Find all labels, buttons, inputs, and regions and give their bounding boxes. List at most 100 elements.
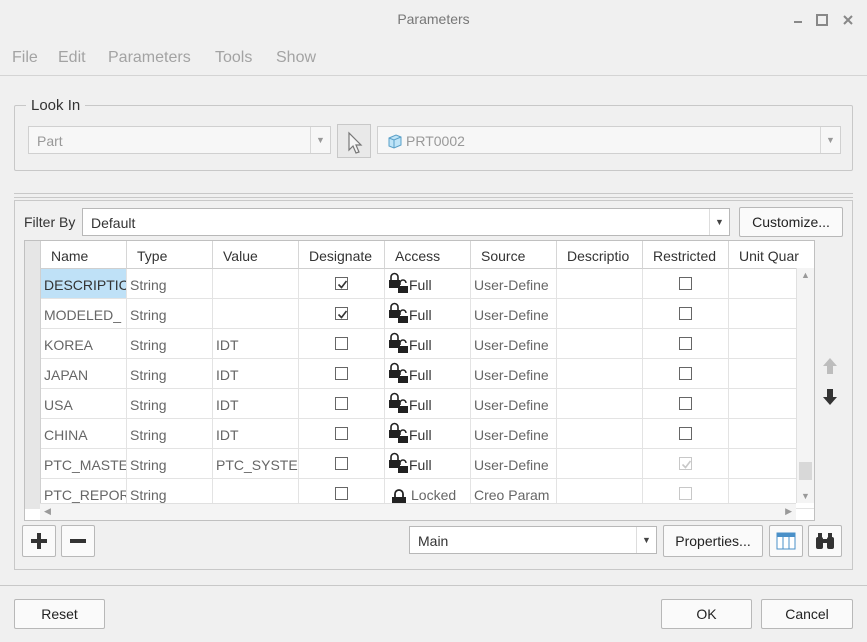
table-cell[interactable]: [557, 299, 643, 329]
move-down-icon[interactable]: [820, 387, 840, 407]
table-cell[interactable]: String: [127, 299, 213, 329]
table-cell[interactable]: [299, 419, 385, 449]
table-cell[interactable]: String: [127, 449, 213, 479]
table-cell[interactable]: User-Define: [471, 329, 557, 359]
table-cell[interactable]: [299, 449, 385, 479]
restricted-checkbox[interactable]: [679, 277, 692, 290]
row-header[interactable]: [25, 329, 41, 359]
table-cell[interactable]: String: [127, 359, 213, 389]
table-cell[interactable]: String: [127, 269, 213, 299]
reset-button[interactable]: Reset: [14, 599, 105, 629]
table-cell[interactable]: PTC_MASTE: [41, 449, 127, 479]
close-icon[interactable]: [840, 12, 856, 28]
table-cell[interactable]: KOREA: [41, 329, 127, 359]
table-cell[interactable]: Full: [385, 389, 471, 419]
designate-checkbox[interactable]: [335, 427, 348, 440]
column-header[interactable]: Designate: [299, 241, 385, 269]
table-cell[interactable]: JAPAN: [41, 359, 127, 389]
table-cell[interactable]: [557, 329, 643, 359]
table-cell[interactable]: [557, 269, 643, 299]
table-cell[interactable]: [643, 449, 729, 479]
table-cell[interactable]: DESCRIPTIC: [41, 269, 127, 299]
restricted-checkbox[interactable]: [679, 307, 692, 320]
table-cell[interactable]: Full: [385, 359, 471, 389]
ok-button[interactable]: OK: [661, 599, 752, 629]
scroll-up-icon[interactable]: ▲: [797, 270, 814, 280]
find-button[interactable]: [808, 525, 842, 557]
table-cell[interactable]: [213, 299, 299, 329]
table-cell[interactable]: [299, 329, 385, 359]
minimize-icon[interactable]: [790, 12, 806, 28]
cancel-button[interactable]: Cancel: [761, 599, 853, 629]
table-cell[interactable]: CHINA: [41, 419, 127, 449]
table-cell[interactable]: User-Define: [471, 449, 557, 479]
menu-parameters[interactable]: Parameters: [108, 49, 191, 67]
remove-parameter-button[interactable]: [61, 525, 95, 557]
designate-checkbox[interactable]: [335, 367, 348, 380]
table-cell[interactable]: Full: [385, 329, 471, 359]
column-header[interactable]: Access: [385, 241, 471, 269]
restricted-checkbox[interactable]: [679, 337, 692, 350]
table-cell[interactable]: User-Define: [471, 419, 557, 449]
table-cell[interactable]: [299, 299, 385, 329]
table-cell[interactable]: User-Define: [471, 269, 557, 299]
view-combo[interactable]: Main ▼: [409, 526, 657, 554]
filter-combo[interactable]: Default ▼: [82, 208, 730, 236]
table-cell[interactable]: Full: [385, 299, 471, 329]
column-header[interactable]: Name: [41, 241, 127, 269]
move-up-icon[interactable]: [820, 356, 840, 376]
column-header[interactable]: Descriptio: [557, 241, 643, 269]
table-cell[interactable]: IDT: [213, 389, 299, 419]
table-cell[interactable]: Full: [385, 269, 471, 299]
table-cell[interactable]: IDT: [213, 359, 299, 389]
designate-checkbox[interactable]: [335, 457, 348, 470]
columns-button[interactable]: [769, 525, 803, 557]
table-cell[interactable]: User-Define: [471, 359, 557, 389]
look-in-model-combo[interactable]: PRT0002 ▼: [377, 126, 841, 154]
table-cell[interactable]: USA: [41, 389, 127, 419]
menu-file[interactable]: File: [12, 49, 38, 67]
table-cell[interactable]: User-Define: [471, 389, 557, 419]
select-model-button[interactable]: [337, 124, 371, 158]
properties-button[interactable]: Properties...: [663, 525, 763, 557]
row-header[interactable]: [25, 269, 41, 299]
add-parameter-button[interactable]: [22, 525, 56, 557]
menu-edit[interactable]: Edit: [58, 49, 86, 67]
maximize-icon[interactable]: [814, 12, 830, 28]
table-cell[interactable]: [299, 269, 385, 299]
column-header[interactable]: Value: [213, 241, 299, 269]
menu-tools[interactable]: Tools: [215, 49, 252, 67]
table-cell[interactable]: [557, 419, 643, 449]
table-cell[interactable]: IDT: [213, 419, 299, 449]
table-cell[interactable]: [643, 329, 729, 359]
vertical-scrollbar[interactable]: ▲ ▼: [796, 268, 814, 503]
row-header[interactable]: [25, 449, 41, 479]
table-cell[interactable]: PTC_SYSTEM: [213, 449, 299, 479]
restricted-checkbox[interactable]: [679, 427, 692, 440]
table-cell[interactable]: User-Define: [471, 299, 557, 329]
table-cell[interactable]: String: [127, 329, 213, 359]
table-cell[interactable]: Full: [385, 419, 471, 449]
column-header[interactable]: Unit Quar: [729, 241, 814, 269]
designate-checkbox[interactable]: [335, 397, 348, 410]
table-cell[interactable]: [213, 269, 299, 299]
restricted-checkbox[interactable]: [679, 397, 692, 410]
column-header[interactable]: Type: [127, 241, 213, 269]
designate-checkbox[interactable]: [335, 337, 348, 350]
look-in-type-combo[interactable]: Part ▼: [28, 126, 331, 154]
table-cell[interactable]: [643, 299, 729, 329]
designate-checkbox[interactable]: [335, 487, 348, 500]
table-cell[interactable]: MODELED_: [41, 299, 127, 329]
table-cell[interactable]: [643, 269, 729, 299]
table-cell[interactable]: [643, 389, 729, 419]
table-cell[interactable]: IDT: [213, 329, 299, 359]
scroll-right-icon[interactable]: ▶: [785, 506, 792, 517]
row-header[interactable]: [25, 479, 41, 509]
table-cell[interactable]: [643, 419, 729, 449]
scroll-left-icon[interactable]: ◀: [44, 506, 51, 517]
column-header[interactable]: Restricted: [643, 241, 729, 269]
row-header[interactable]: [25, 389, 41, 419]
table-cell[interactable]: [557, 449, 643, 479]
designate-checkbox[interactable]: [335, 307, 348, 320]
horizontal-scrollbar[interactable]: ◀ ▶: [40, 503, 796, 520]
